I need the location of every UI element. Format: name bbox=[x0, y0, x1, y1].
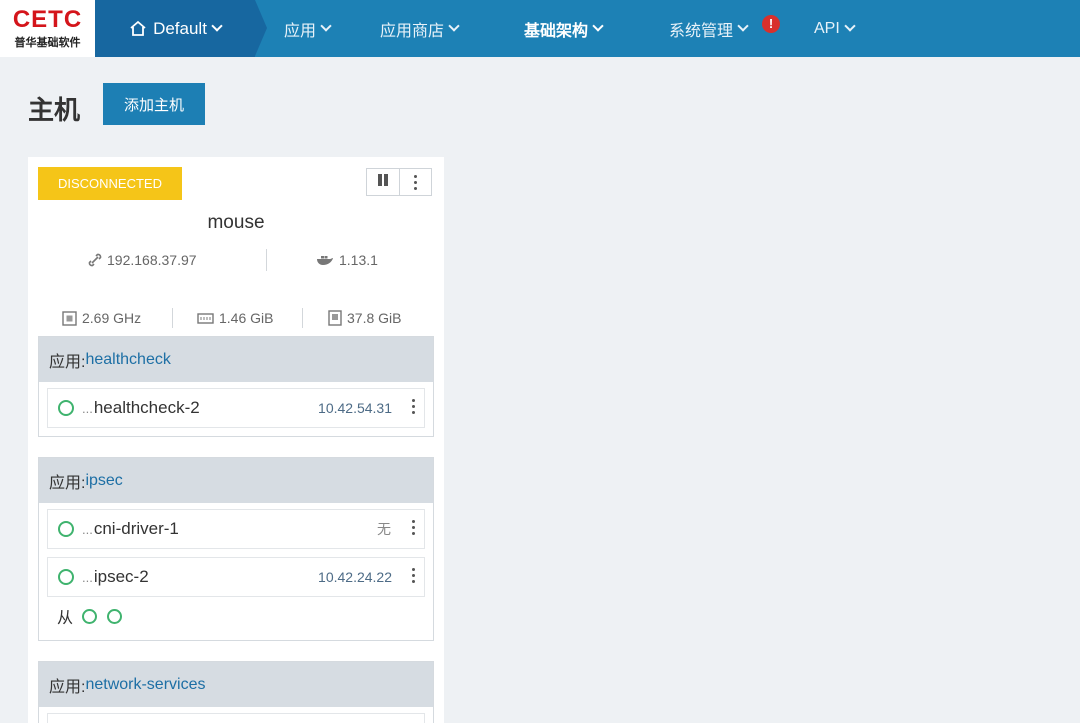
nav-apps-label: 应用 bbox=[284, 22, 317, 40]
nav-catalog[interactable]: 应用商店 bbox=[380, 0, 460, 57]
sidekick-row: 从 bbox=[47, 597, 425, 635]
status-badge: DISCONNECTED bbox=[38, 167, 182, 200]
stack-group-header: 应用: healthcheck bbox=[39, 337, 433, 382]
running-state-icon bbox=[58, 521, 74, 537]
container-ip: 10.42.24.22 bbox=[318, 569, 392, 585]
chevron-down-icon bbox=[737, 20, 749, 32]
host-card: DISCONNECTED mouse 192.168.37.97 1.13.1 … bbox=[28, 157, 444, 723]
container-row[interactable]: ... ipsec-2 10.42.24.22 bbox=[47, 557, 425, 597]
container-name[interactable]: cni-driver-1 bbox=[94, 519, 179, 539]
memory-icon bbox=[197, 312, 214, 325]
nav-catalog-label: 应用商店 bbox=[380, 22, 445, 40]
host-actions bbox=[366, 168, 432, 196]
memory-value: 1.46 GiB bbox=[219, 310, 274, 326]
divider bbox=[266, 249, 267, 271]
cpu-icon bbox=[62, 310, 77, 326]
stack-prefix: 应用: bbox=[49, 474, 86, 492]
container-ip: 10.42.54.31 bbox=[318, 400, 392, 416]
ellipsis: ... bbox=[82, 569, 93, 585]
stack-prefix: 应用: bbox=[49, 353, 86, 371]
stack-link-ipsec[interactable]: ipsec bbox=[85, 472, 122, 490]
chevron-down-icon bbox=[320, 20, 332, 32]
top-nav: CETC 普华基础软件 Default 应用 应用商店 基础架构 系统管理 ! … bbox=[0, 0, 1080, 57]
chevron-down-icon bbox=[592, 20, 604, 32]
stack-link-network-services[interactable]: network-services bbox=[85, 676, 205, 694]
more-vertical-icon[interactable] bbox=[412, 568, 415, 583]
docker-icon bbox=[316, 254, 334, 266]
stack-group-header: 应用: network-services bbox=[39, 662, 433, 707]
stack-group-header: 应用: ipsec bbox=[39, 458, 433, 503]
home-icon bbox=[129, 20, 147, 37]
logo-mark: CETC bbox=[12, 5, 83, 33]
ellipsis: ... bbox=[82, 521, 93, 537]
stack-group-ipsec: 应用: ipsec ... cni-driver-1 无 ... ipsec-2… bbox=[38, 457, 434, 641]
stack-group-network-services: 应用: network-services bbox=[38, 661, 434, 723]
sidekick-state-icon[interactable] bbox=[82, 608, 98, 624]
cpu-value: 2.69 GHz bbox=[82, 310, 142, 326]
host-memory: 1.46 GiB bbox=[197, 310, 273, 326]
sidekick-state-icon[interactable] bbox=[107, 608, 123, 624]
docker-version-value: 1.13.1 bbox=[339, 252, 378, 268]
more-vertical-icon[interactable] bbox=[412, 520, 415, 535]
host-name: mouse bbox=[207, 212, 265, 233]
page-title: 主机 bbox=[28, 95, 81, 125]
storage-value: 37.8 GiB bbox=[347, 310, 402, 326]
nav-admin[interactable]: 系统管理 bbox=[669, 0, 749, 57]
pause-icon bbox=[376, 173, 390, 192]
host-ip: 192.168.37.97 bbox=[88, 252, 197, 268]
chevron-down-icon bbox=[211, 20, 223, 32]
chevron-down-icon bbox=[844, 20, 856, 32]
environment-label: Default bbox=[153, 18, 207, 38]
host-menu-button[interactable] bbox=[400, 169, 432, 195]
chevron-down-icon bbox=[448, 20, 460, 32]
container-row[interactable]: ... healthcheck-2 10.42.54.31 bbox=[47, 388, 425, 428]
container-name[interactable]: healthcheck-2 bbox=[94, 398, 200, 418]
sidekick-label: 从 bbox=[57, 610, 74, 627]
brand-logo[interactable]: CETC 普华基础软件 bbox=[0, 0, 95, 57]
divider bbox=[172, 308, 173, 328]
docker-version: 1.13.1 bbox=[316, 252, 378, 268]
storage-icon bbox=[328, 310, 342, 326]
container-ip: 无 bbox=[377, 521, 391, 537]
stack-prefix: 应用: bbox=[49, 678, 86, 696]
nav-admin-label: 系统管理 bbox=[669, 22, 734, 40]
host-cpu: 2.69 GHz bbox=[62, 310, 141, 326]
running-state-icon bbox=[58, 400, 74, 416]
host-ip-value: 192.168.37.97 bbox=[107, 252, 197, 268]
alert-badge[interactable]: ! bbox=[762, 15, 780, 33]
nav-infrastructure[interactable]: 基础架构 bbox=[524, 0, 604, 57]
stack-link-healthcheck[interactable]: healthcheck bbox=[85, 351, 170, 369]
link-icon bbox=[88, 253, 102, 267]
logo-subtitle: 普华基础软件 bbox=[14, 36, 81, 49]
add-host-button[interactable]: 添加主机 bbox=[103, 83, 205, 125]
running-state-icon bbox=[58, 569, 74, 585]
nav-api[interactable]: API bbox=[814, 0, 856, 57]
environment-switcher[interactable]: Default bbox=[95, 0, 267, 57]
pause-button[interactable] bbox=[367, 169, 400, 195]
stack-group-healthcheck: 应用: healthcheck ... healthcheck-2 10.42.… bbox=[38, 336, 434, 437]
more-vertical-icon[interactable] bbox=[412, 399, 415, 414]
container-row[interactable] bbox=[47, 713, 425, 723]
nav-api-label: API bbox=[814, 19, 840, 37]
host-storage: 37.8 GiB bbox=[328, 310, 401, 326]
nav-infrastructure-label: 基础架构 bbox=[524, 22, 589, 40]
nav-apps[interactable]: 应用 bbox=[284, 0, 332, 57]
container-row[interactable]: ... cni-driver-1 无 bbox=[47, 509, 425, 549]
more-vertical-icon bbox=[413, 174, 417, 190]
container-name[interactable]: ipsec-2 bbox=[94, 567, 149, 587]
ellipsis: ... bbox=[82, 400, 93, 416]
divider bbox=[302, 308, 303, 328]
